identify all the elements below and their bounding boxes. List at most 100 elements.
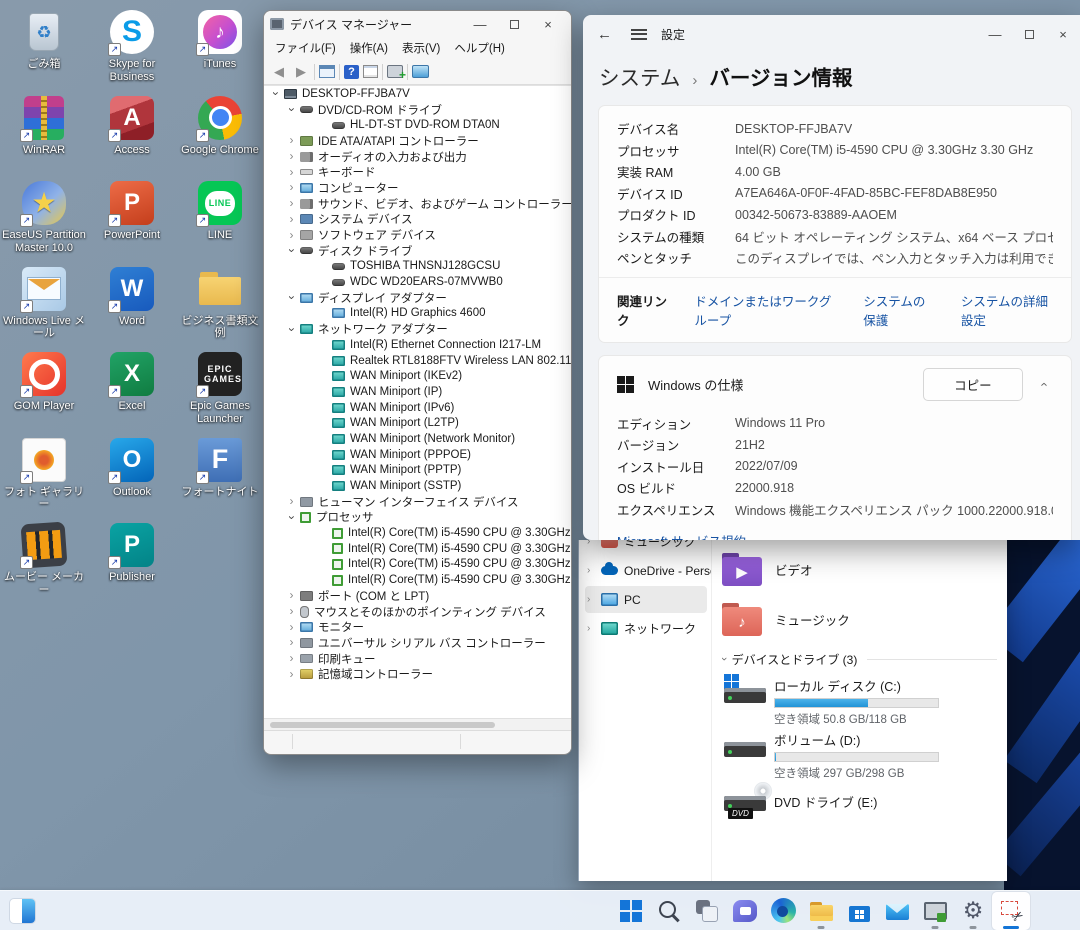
device-tree-item[interactable]: TOSHIBA THNSNJ128GCSU [264,259,571,275]
device-tree-item[interactable]: WAN Miniport (Network Monitor) [264,431,571,447]
device-tree-item[interactable]: WAN Miniport (SSTP) [264,478,571,494]
tree-expander-icon[interactable] [286,231,297,240]
device-tree-item[interactable]: ディスプレイ アダプター [264,290,571,306]
device-tree-item[interactable]: IDE ATA/ATAPI コントローラー [264,133,571,149]
device-tree-item[interactable]: ユニバーサル シリアル バス コントローラー [264,635,571,651]
menu-view[interactable]: 表示(V) [395,38,447,58]
snipping-tool-button[interactable] [992,892,1030,930]
settings-titlebar[interactable]: ← 設定 — × [583,15,1080,53]
chevron-right-icon[interactable]: › [587,594,599,605]
drive-tile[interactable]: ローカル ディスク (C:) 空き領域 50.8 GB/118 GB [722,674,997,724]
desktop-icon[interactable]: X Excel [88,348,176,434]
scan-hardware-changes-icon[interactable] [387,65,403,78]
desktop-icon[interactable]: EPIC GAMES Epic Games Launcher [176,348,264,434]
devices-and-drives-header[interactable]: › デバイスとドライブ (3) [722,648,997,670]
link-advanced-system-settings[interactable]: システムの詳細設定 [961,291,1053,329]
menu-action[interactable]: 操作(A) [343,38,395,58]
device-tree-item[interactable]: キーボード [264,164,571,180]
link-domain-or-workgroup[interactable]: ドメインまたはワークグループ [694,291,837,329]
device-tree-item[interactable]: DESKTOP-FFJBA7V [264,86,571,102]
tree-expander-icon[interactable] [286,136,297,145]
desktop-icon[interactable]: W Word [88,263,176,349]
task-view-button[interactable] [688,892,726,930]
device-tree-item[interactable]: Intel(R) Core(TM) i5-4590 CPU @ 3.30GHz [264,572,571,588]
chevron-right-icon[interactable]: › [587,623,599,634]
chevron-right-icon[interactable]: › [587,565,599,576]
mail-button[interactable] [878,892,916,930]
device-tree-item[interactable]: オーディオの入力および出力 [264,149,571,165]
tree-expander-icon[interactable] [271,88,280,99]
tree-expander-icon[interactable] [287,292,296,303]
device-manager-titlebar[interactable]: デバイス マネージャー — × [264,11,571,37]
tree-expander-icon[interactable] [286,623,297,632]
desktop-icon[interactable]: F フォートナイト [176,434,264,520]
remote-computer-icon[interactable] [412,65,429,78]
tree-expander-icon[interactable] [286,607,297,616]
tree-expander-icon[interactable] [287,512,296,523]
nav-item[interactable]: › ネットワーク [585,615,707,642]
folder-tile[interactable]: ▶ ビデオ [722,544,997,594]
device-tree-item[interactable]: Intel(R) Core(TM) i5-4590 CPU @ 3.30GHz [264,525,571,541]
chat-button[interactable] [726,892,764,930]
nav-item[interactable]: › OneDrive - Personal [585,557,707,584]
file-explorer-button[interactable] [802,892,840,930]
tree-expander-icon[interactable] [286,168,297,177]
device-tree-item[interactable]: HL-DT-ST DVD-ROM DTA0N [264,117,571,133]
breadcrumb-parent[interactable]: システム [599,61,680,91]
forward-icon[interactable]: ▶ [292,64,310,80]
help-icon[interactable]: ? [344,65,359,79]
nav-item[interactable]: › PC [585,586,707,613]
properties-icon[interactable] [363,65,378,78]
desktop-icon[interactable]: ムービー メーカー [0,519,88,605]
start-button[interactable] [612,892,650,930]
device-tree-item[interactable]: サウンド、ビデオ、およびゲーム コントローラー [264,196,571,212]
tree-expander-icon[interactable] [286,183,297,192]
device-tree-item[interactable]: WAN Miniport (IP) [264,384,571,400]
chevron-up-icon[interactable]: › [1035,382,1050,386]
tree-expander-icon[interactable] [287,324,296,335]
device-tree-item[interactable]: 印刷キュー [264,651,571,667]
console-window-icon[interactable] [319,65,335,78]
link-system-protection[interactable]: システムの保護 [863,291,935,329]
device-tree-item[interactable]: 記憶域コントローラー [264,666,571,682]
tree-expander-icon[interactable] [286,638,297,647]
device-tree-item[interactable]: ネットワーク アダプター [264,321,571,337]
tree-expander-icon[interactable] [286,215,297,224]
device-tree-item[interactable]: WAN Miniport (IKEv2) [264,368,571,384]
tree-expander-icon[interactable] [286,591,297,600]
desktop-icon[interactable]: フォト ギャラリー [0,434,88,520]
device-tree-item[interactable]: ヒューマン インターフェイス デバイス [264,494,571,510]
device-tree-item[interactable]: モニター [264,619,571,635]
back-icon[interactable]: ← [597,26,621,43]
tree-expander-icon[interactable] [286,152,297,161]
desktop-icon[interactable]: P Publisher [88,519,176,605]
device-tree-item[interactable]: Intel(R) Core(TM) i5-4590 CPU @ 3.30GHz [264,557,571,573]
minimize-button[interactable]: — [463,12,497,36]
device-tree-item[interactable]: システム デバイス [264,212,571,228]
settings-button[interactable] [954,892,992,930]
device-tree-item[interactable]: DVD/CD-ROM ドライブ [264,102,571,118]
desktop-icon[interactable]: LINE LINE [176,177,264,263]
device-tree-item[interactable]: WAN Miniport (L2TP) [264,415,571,431]
device-tree-item[interactable]: ソフトウェア デバイス [264,227,571,243]
copy-button[interactable]: コピー [923,368,1023,401]
menu-file[interactable]: ファイル(F) [268,38,343,58]
edge-button[interactable] [764,892,802,930]
maximize-button[interactable] [497,12,531,36]
tree-expander-icon[interactable] [286,497,297,506]
hamburger-menu-icon[interactable] [631,29,647,40]
widgets-icon[interactable] [9,898,36,924]
link-microsoft-services-agreement[interactable]: Microsoft サービス規約 [617,528,1053,540]
nav-item[interactable]: › ミュージック [585,540,707,555]
device-tree-item[interactable]: Intel(R) HD Graphics 4600 [264,306,571,322]
close-button[interactable]: × [1046,22,1080,46]
chevron-right-icon[interactable]: › [587,540,599,547]
scrollbar-thumb[interactable] [270,722,495,728]
device-tree-item[interactable]: ディスク ドライブ [264,243,571,259]
device-tree-item[interactable]: コンピューター [264,180,571,196]
device-tree-item[interactable]: Realtek RTL8188FTV Wireless LAN 802.11n … [264,353,571,369]
close-button[interactable]: × [531,12,565,36]
desktop-icon[interactable]: WinRAR [0,92,88,178]
windows-spec-header[interactable]: Windows の仕様 コピー › [599,356,1071,407]
minimize-button[interactable]: — [978,22,1012,46]
